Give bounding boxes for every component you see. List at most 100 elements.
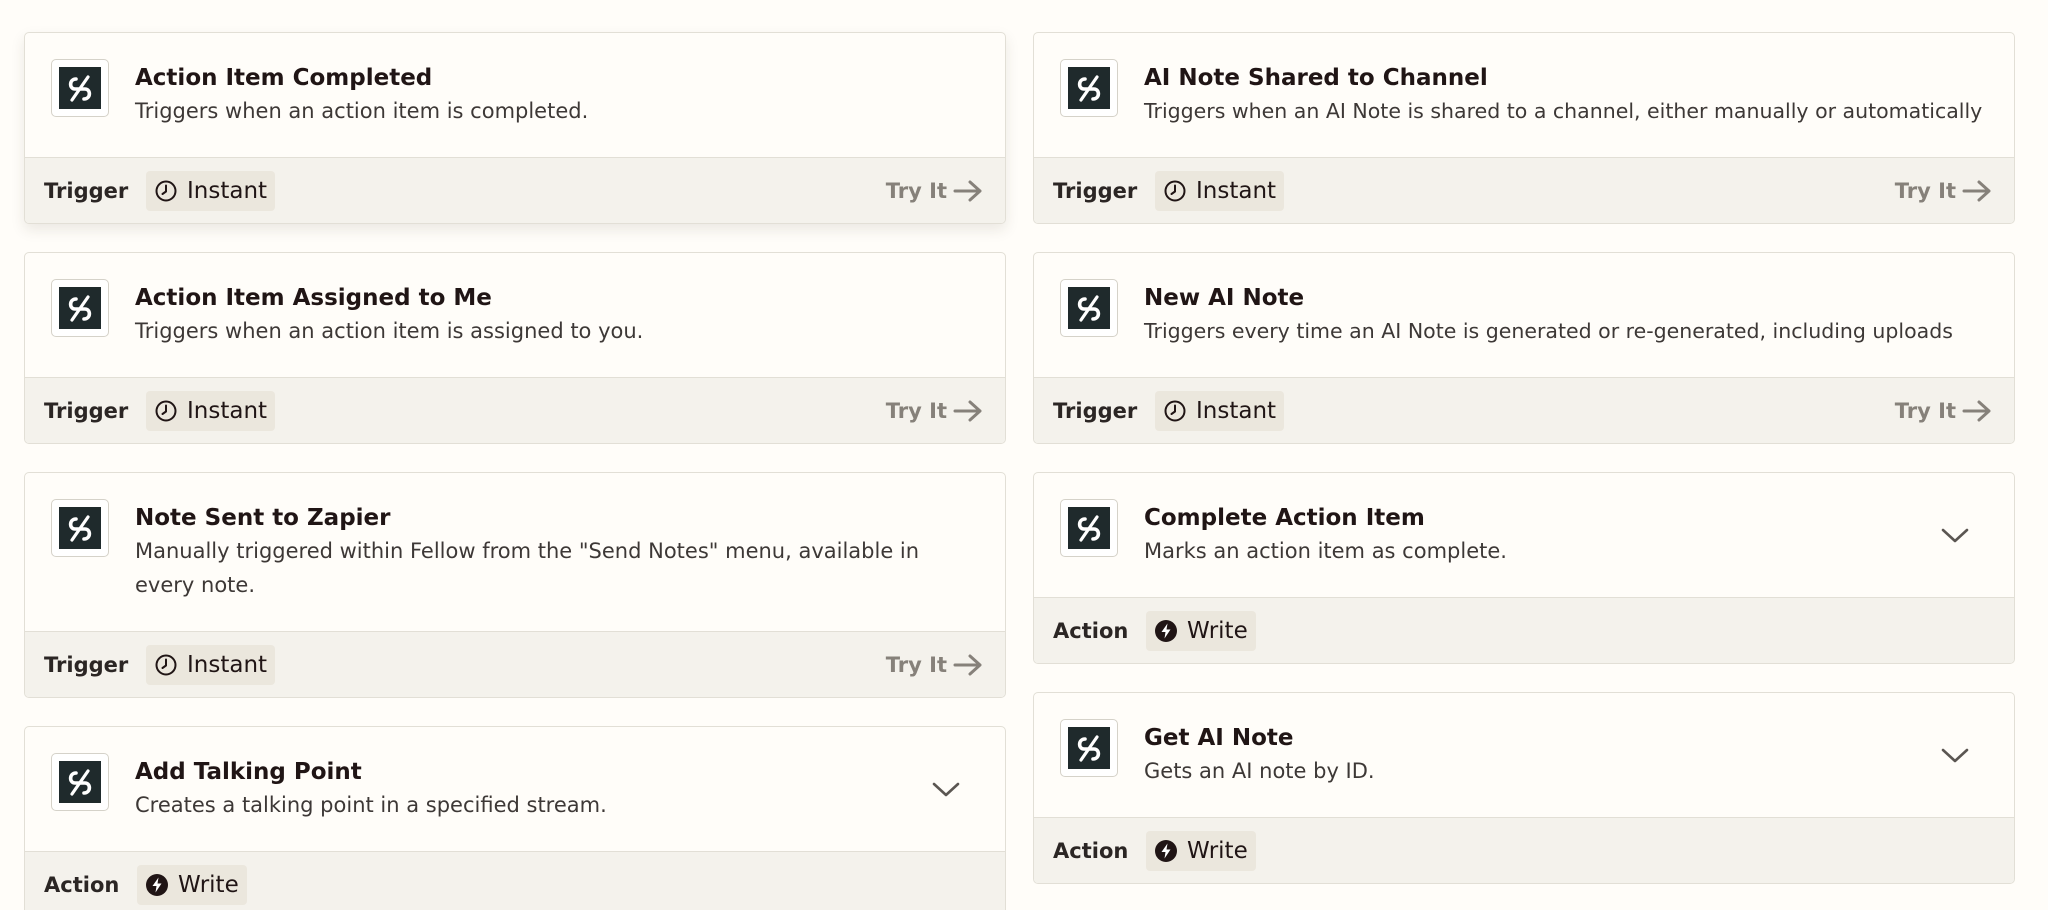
trigger-card-action-item-completed[interactable]: Action Item Completed Triggers when an a… xyxy=(24,32,1006,224)
chevron-down-icon[interactable] xyxy=(1940,527,1970,545)
write-badge: Write xyxy=(137,864,247,905)
action-card-complete-action-item[interactable]: Complete Action Item Marks an action ite… xyxy=(1033,472,2015,664)
left-column: Action Item Completed Triggers when an a… xyxy=(24,32,1006,910)
card-footer: Trigger Instant Try It xyxy=(25,377,1005,443)
trigger-card-new-ai-note[interactable]: New AI Note Triggers every time an AI No… xyxy=(1033,252,2015,444)
card-text: AI Note Shared to Channel Triggers when … xyxy=(1144,59,1988,129)
card-text: Add Talking Point Creates a talking poin… xyxy=(135,753,979,823)
card-description: Triggers when an action item is assigned… xyxy=(135,319,644,343)
integration-grid: Action Item Completed Triggers when an a… xyxy=(0,0,2048,910)
try-it-label: Try It xyxy=(1894,179,1956,203)
card-header: AI Note Shared to Channel Triggers when … xyxy=(1034,33,2014,157)
badge-label: Write xyxy=(1187,837,1248,864)
card-text: Note Sent to Zapier Manually triggered w… xyxy=(135,499,979,603)
card-description: Marks an action item as complete. xyxy=(1144,539,1507,563)
card-header: Action Item Completed Triggers when an a… xyxy=(25,33,1005,157)
badge-label: Instant xyxy=(187,651,268,678)
card-header[interactable]: Complete Action Item Marks an action ite… xyxy=(1034,473,2014,597)
badge-label: Instant xyxy=(187,177,268,204)
chevron-down-icon[interactable] xyxy=(1940,747,1970,765)
try-it-button[interactable]: Try It xyxy=(885,158,983,223)
fellow-logo-icon xyxy=(51,499,109,557)
fellow-logo-icon xyxy=(51,59,109,117)
card-text: Complete Action Item Marks an action ite… xyxy=(1144,499,1988,569)
card-title: New AI Note xyxy=(1144,285,1305,311)
card-header[interactable]: Add Talking Point Creates a talking poin… xyxy=(25,727,1005,851)
lightning-bolt-icon xyxy=(1154,619,1178,643)
action-card-add-talking-point[interactable]: Add Talking Point Creates a talking poin… xyxy=(24,726,1006,910)
card-footer: Trigger Instant Try It xyxy=(25,631,1005,697)
try-it-button[interactable]: Try It xyxy=(1894,378,1992,443)
badge-label: Instant xyxy=(1196,397,1277,424)
fellow-logo-icon xyxy=(51,753,109,811)
card-header: Note Sent to Zapier Manually triggered w… xyxy=(25,473,1005,631)
kind-label: Action xyxy=(1053,838,1129,863)
arrow-right-icon xyxy=(953,399,983,423)
kind-label: Trigger xyxy=(44,398,129,423)
right-column: AI Note Shared to Channel Triggers when … xyxy=(1033,32,2015,884)
kind-label: Action xyxy=(1053,618,1129,643)
arrow-right-icon xyxy=(1962,399,1992,423)
write-badge: Write xyxy=(1146,830,1256,871)
card-description: Manually triggered within Fellow from th… xyxy=(135,539,920,597)
card-title: Action Item Completed xyxy=(135,65,433,91)
card-text: Get AI Note Gets an AI note by ID. xyxy=(1144,719,1988,789)
card-title: Note Sent to Zapier xyxy=(135,505,391,531)
trigger-card-ai-note-shared-to-channel[interactable]: AI Note Shared to Channel Triggers when … xyxy=(1033,32,2015,224)
badge-label: Write xyxy=(1187,617,1248,644)
try-it-button[interactable]: Try It xyxy=(885,378,983,443)
trigger-card-action-item-assigned-to-me[interactable]: Action Item Assigned to Me Triggers when… xyxy=(24,252,1006,444)
badge-label: Write xyxy=(178,871,239,898)
card-text: New AI Note Triggers every time an AI No… xyxy=(1144,279,1988,349)
card-footer: Action Write xyxy=(1034,597,2014,663)
clock-icon xyxy=(154,399,178,423)
clock-icon xyxy=(1163,179,1187,203)
write-badge: Write xyxy=(1146,610,1256,651)
card-text: Action Item Completed Triggers when an a… xyxy=(135,59,979,129)
kind-label: Trigger xyxy=(1053,398,1138,423)
card-title: Complete Action Item xyxy=(1144,505,1425,531)
fellow-logo-icon xyxy=(1060,59,1118,117)
card-header[interactable]: Get AI Note Gets an AI note by ID. xyxy=(1034,693,2014,817)
card-title: Action Item Assigned to Me xyxy=(135,285,492,311)
fellow-logo-icon xyxy=(1060,719,1118,777)
kind-label: Action xyxy=(44,872,120,897)
card-footer: Action Write xyxy=(25,851,1005,910)
try-it-label: Try It xyxy=(1894,399,1956,423)
action-card-get-ai-note[interactable]: Get AI Note Gets an AI note by ID. Actio… xyxy=(1033,692,2015,884)
lightning-bolt-icon xyxy=(145,873,169,897)
kind-label: Trigger xyxy=(44,178,129,203)
card-description: Triggers every time an AI Note is genera… xyxy=(1144,319,1953,343)
kind-label: Trigger xyxy=(44,652,129,677)
chevron-down-icon[interactable] xyxy=(931,781,961,799)
badge-label: Instant xyxy=(187,397,268,424)
card-header: New AI Note Triggers every time an AI No… xyxy=(1034,253,2014,377)
instant-badge: Instant xyxy=(1155,170,1285,211)
try-it-label: Try It xyxy=(885,653,947,677)
instant-badge: Instant xyxy=(146,644,276,685)
card-description: Gets an AI note by ID. xyxy=(1144,759,1375,783)
try-it-label: Try It xyxy=(885,179,947,203)
trigger-card-note-sent-to-zapier[interactable]: Note Sent to Zapier Manually triggered w… xyxy=(24,472,1006,698)
fellow-logo-icon xyxy=(1060,499,1118,557)
card-title: AI Note Shared to Channel xyxy=(1144,65,1488,91)
card-title: Add Talking Point xyxy=(135,759,362,785)
instant-badge: Instant xyxy=(1155,390,1285,431)
arrow-right-icon xyxy=(953,653,983,677)
card-footer: Trigger Instant Try It xyxy=(25,157,1005,223)
badge-label: Instant xyxy=(1196,177,1277,204)
instant-badge: Instant xyxy=(146,390,276,431)
clock-icon xyxy=(1163,399,1187,423)
card-header: Action Item Assigned to Me Triggers when… xyxy=(25,253,1005,377)
fellow-logo-icon xyxy=(1060,279,1118,337)
try-it-button[interactable]: Try It xyxy=(1894,158,1992,223)
card-text: Action Item Assigned to Me Triggers when… xyxy=(135,279,979,349)
fellow-logo-icon xyxy=(51,279,109,337)
try-it-label: Try It xyxy=(885,399,947,423)
card-title: Get AI Note xyxy=(1144,725,1294,751)
card-description: Triggers when an action item is complete… xyxy=(135,99,589,123)
clock-icon xyxy=(154,179,178,203)
card-footer: Action Write xyxy=(1034,817,2014,883)
try-it-button[interactable]: Try It xyxy=(885,632,983,697)
lightning-bolt-icon xyxy=(1154,839,1178,863)
